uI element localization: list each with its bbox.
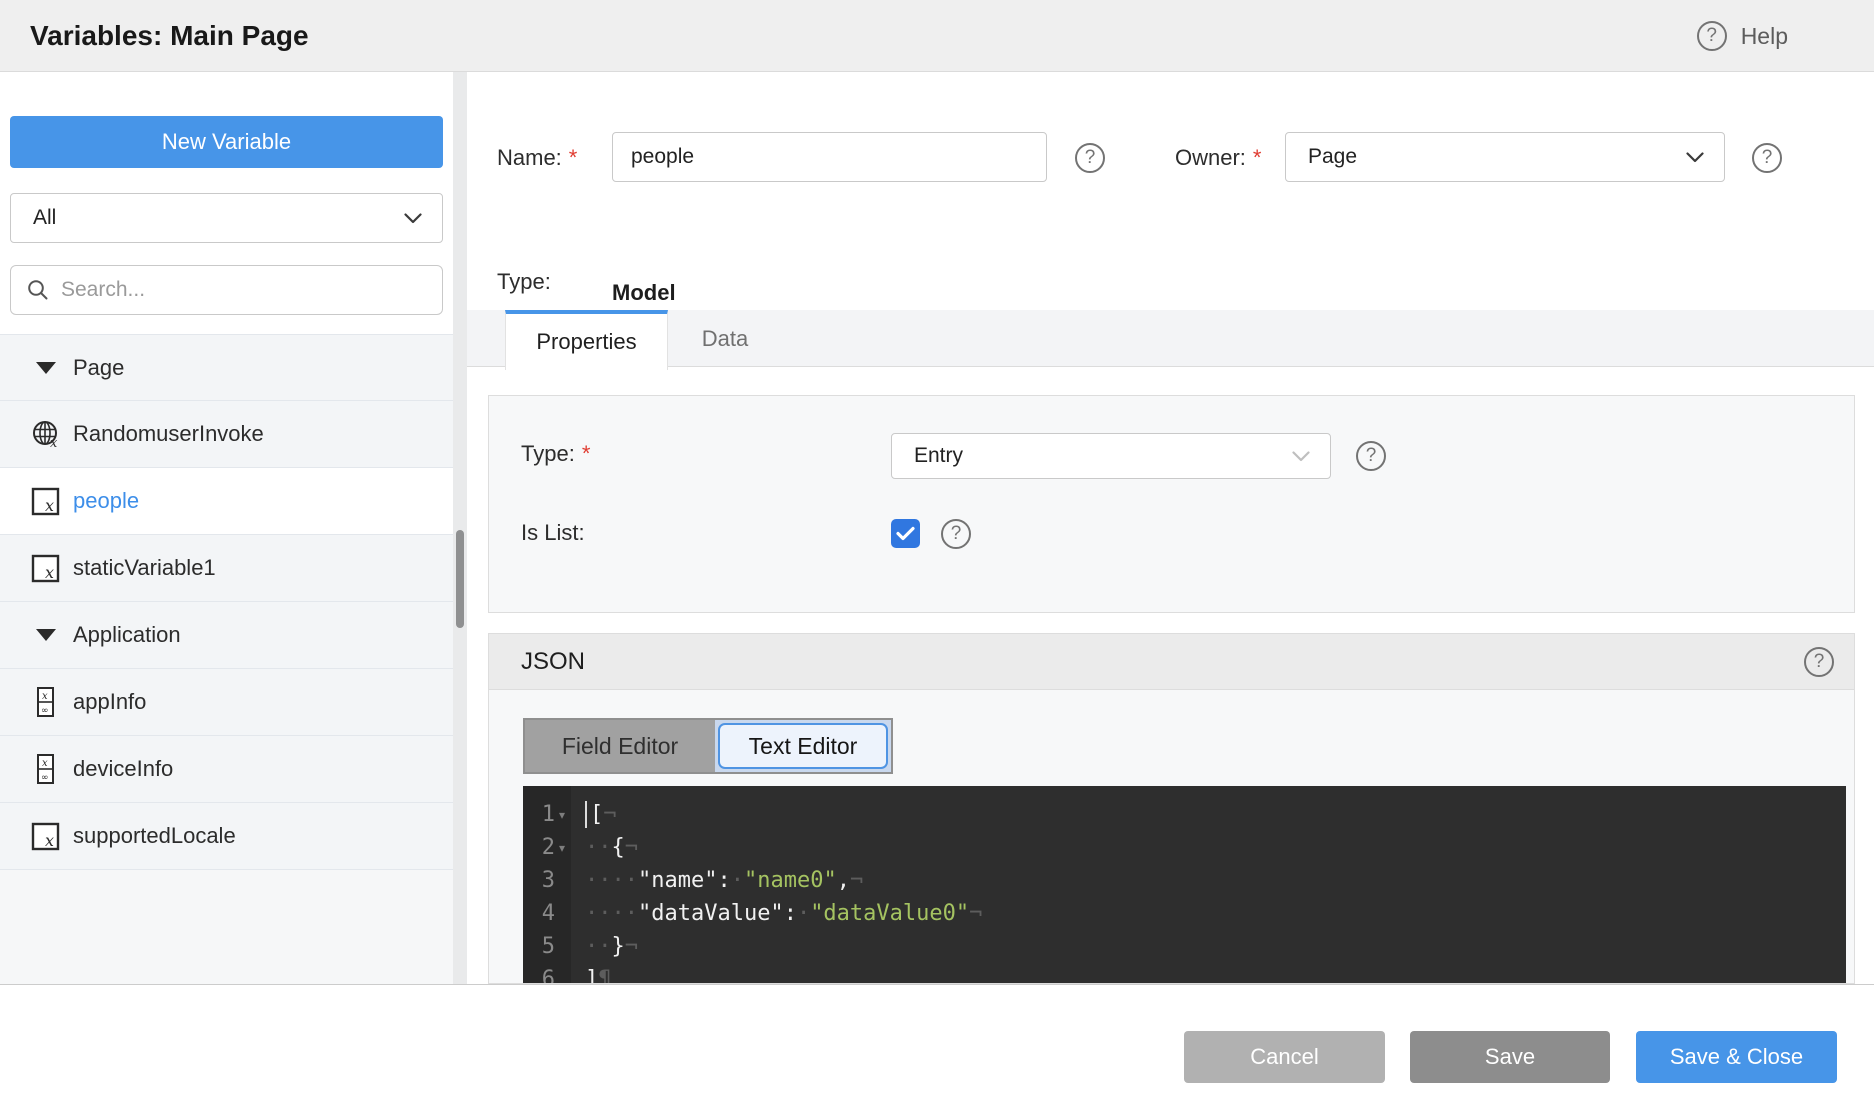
variable-icon: x [31,820,61,852]
help-question-icon: ? [1697,21,1727,51]
owner-help-icon[interactable]: ? [1752,143,1782,173]
name-label-row: Name: * [497,132,577,184]
fold-caret-icon[interactable]: ▾ [555,808,569,822]
editor-code-area[interactable]: [¬ ··{¬ ····"name":·"name0",¬ ····"dataV… [571,786,1846,984]
cancel-button[interactable]: Cancel [1184,1031,1385,1083]
entry-type-dropdown-value: Entry [914,444,963,468]
is-list-label: Is List: [521,520,585,546]
variable-icon: x [31,552,61,584]
json-panel-header: JSON ? [489,634,1854,690]
help-label: Help [1741,23,1788,50]
tab-data[interactable]: Data [670,310,780,367]
variable-detail-pane: Name: * ? Owner: * Page ? Type: Model [467,72,1874,984]
sidebar-filler [0,870,453,984]
sidebar-scrollbar-thumb[interactable] [456,530,464,628]
caret-down-icon [31,619,61,651]
checkmark-icon [896,526,915,541]
code-line: ··{¬ [585,831,1846,864]
svg-text:x: x [42,691,48,702]
sidebar-item-supportedlocale[interactable]: x supportedLocale [0,803,453,870]
field-editor-toggle[interactable]: Field Editor [525,720,715,772]
name-label: Name: [497,145,562,171]
json-panel: JSON ? Field Editor Text Editor 1▾ 2▾ 3 … [488,633,1855,984]
type-label-row: Type: [497,267,551,297]
owner-dropdown-value: Page [1308,145,1357,169]
page-title: Variables: Main Page [30,0,309,72]
save-button[interactable]: Save [1410,1031,1610,1083]
variables-dialog: Variables: Main Page ? Help New Variable… [0,0,1874,1114]
owner-required-marker: * [1253,145,1262,171]
tab-strip: Properties Data [467,310,1874,367]
svg-text:x: x [45,563,54,582]
name-required-marker: * [569,145,578,171]
text-cursor [585,801,587,828]
sidebar-item-appinfo[interactable]: x∞ appInfo [0,669,453,736]
owner-label: Owner: [1175,145,1246,171]
sidebar-item-deviceinfo[interactable]: x∞ deviceInfo [0,736,453,803]
dialog-footer: Cancel Save Save & Close [0,984,1874,1114]
type-value: Model [612,280,676,306]
entry-type-label-row: Type: * [521,431,590,477]
chevron-down-icon [404,213,422,224]
type-label: Type: [497,269,551,295]
is-list-label-row: Is List: [521,510,585,556]
app-variable-icon: x∞ [31,686,61,718]
variable-list: Page x RandomuserInvoke x people x [0,334,453,870]
app-variable-icon: x∞ [31,753,61,785]
code-line: ····"dataValue":·"dataValue0"¬ [585,897,1846,930]
save-and-close-button[interactable]: Save & Close [1636,1031,1837,1083]
entry-type-label: Type: [521,441,575,467]
text-editor-toggle-label: Text Editor [718,723,888,769]
sidebar-item-people[interactable]: x people [0,468,453,535]
code-line: ··}¬ [585,930,1846,963]
sidebar-group-page[interactable]: Page [0,334,453,401]
dialog-header: Variables: Main Page ? Help [0,0,1874,72]
svg-text:∞: ∞ [41,773,49,783]
variables-sidebar: New Variable All Page x Ra [0,72,453,984]
help-button[interactable]: ? Help [1697,21,1788,51]
code-line: ····"name":·"name0",¬ [585,864,1846,897]
entry-type-help-icon[interactable]: ? [1356,441,1386,471]
variable-icon: x [31,485,61,517]
sidebar-scrollbar[interactable] [453,72,467,984]
search-icon [27,279,49,301]
sidebar-item-staticvariable1[interactable]: x staticVariable1 [0,535,453,602]
editor-gutter: 1▾ 2▾ 3 4 5 6 [523,786,571,984]
code-line: [¬ [585,798,1846,831]
filter-dropdown-value: All [33,206,56,230]
json-help-icon[interactable]: ? [1804,647,1834,677]
tab-properties[interactable]: Properties [505,310,668,370]
properties-panel: Type: * Entry ? Is List: ? [488,395,1855,613]
is-list-help-icon[interactable]: ? [941,519,971,549]
is-list-checkbox[interactable] [891,519,920,548]
svg-text:x: x [45,831,54,850]
svg-text:∞: ∞ [41,706,49,716]
owner-label-row: Owner: * [1175,132,1261,184]
sidebar-item-randomuserinvoke[interactable]: x RandomuserInvoke [0,401,453,468]
name-input[interactable] [612,132,1047,182]
svg-text:x: x [50,436,58,449]
search-input[interactable] [61,278,428,302]
search-box[interactable] [10,265,443,315]
name-help-icon[interactable]: ? [1075,143,1105,173]
globe-icon: x [31,418,61,450]
svg-text:x: x [45,496,54,515]
caret-down-icon [31,352,61,384]
fold-caret-icon[interactable]: ▾ [555,841,569,855]
svg-text:x: x [42,758,48,769]
entry-type-required-marker: * [582,441,591,467]
editor-mode-toggle: Field Editor Text Editor [523,718,893,774]
owner-dropdown[interactable]: Page [1285,132,1725,182]
code-line: ]¶ [585,963,1846,984]
sidebar-group-application[interactable]: Application [0,602,453,669]
entry-type-dropdown[interactable]: Entry [891,433,1331,479]
text-editor-toggle[interactable]: Text Editor [715,720,891,772]
new-variable-button[interactable]: New Variable [10,116,443,168]
chevron-down-icon [1292,451,1310,462]
json-panel-title: JSON [521,634,585,690]
filter-dropdown[interactable]: All [10,193,443,243]
dialog-body: New Variable All Page x Ra [0,72,1874,984]
json-text-editor[interactable]: 1▾ 2▾ 3 4 5 6 [¬ ··{¬ ····"name":·"name0… [523,786,1846,984]
chevron-down-icon [1686,152,1704,163]
